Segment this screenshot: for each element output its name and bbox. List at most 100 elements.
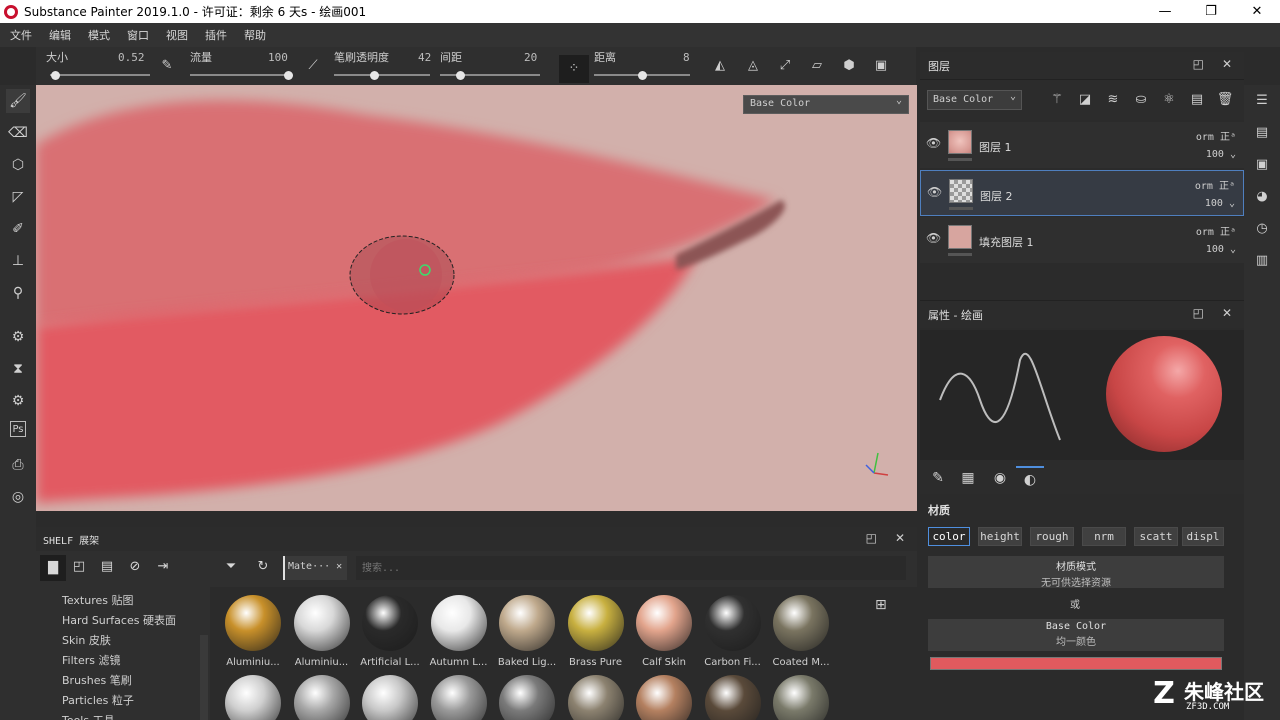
cube-view-icon[interactable]: ⬢	[840, 57, 858, 75]
minimize-button[interactable]: —	[1142, 0, 1188, 23]
layers-channel-select[interactable]: Base Color	[927, 90, 1022, 110]
tree-item-filters[interactable]: Filters 滤镜	[62, 652, 120, 668]
database-icon[interactable]: ▤	[98, 559, 116, 577]
distance-slider-handle[interactable]	[638, 71, 647, 80]
add-effect-icon[interactable]: ⚚	[1048, 92, 1066, 110]
shelf-float-icon[interactable]: ◰	[866, 531, 877, 545]
channel-toggle-scatt[interactable]: scatt	[1134, 527, 1178, 546]
shelf-asset[interactable]: Autumn L...	[425, 587, 493, 668]
shelf-asset[interactable]: Aluminiu...	[288, 587, 356, 668]
settings-cog-icon[interactable]: ⚙	[6, 389, 30, 413]
planar-projection-icon[interactable]: ▱	[808, 57, 826, 75]
history-icon[interactable]: ◷	[1253, 221, 1271, 239]
display-settings-icon[interactable]: ▣	[1253, 157, 1271, 175]
projection-icon[interactable]: ⤢	[776, 57, 794, 75]
flow-value[interactable]: 100	[268, 51, 288, 64]
opacity-slider[interactable]	[334, 74, 430, 76]
menu-mode[interactable]: 模式	[88, 27, 110, 43]
tree-item-tools[interactable]: Tools 工具	[62, 712, 115, 720]
material-mode-box[interactable]: 材质模式 无可供选择资源	[928, 556, 1224, 589]
layer-blend-mode[interactable]: orm 正ᵃ	[1195, 177, 1235, 192]
spacing-slider-handle[interactable]	[456, 71, 465, 80]
layer-row[interactable]: 👁 填充图层 1 orm 正ᵃ 100 ⌄	[920, 217, 1244, 263]
tree-item-skin[interactable]: Skin 皮肤	[62, 632, 111, 648]
smudge-icon[interactable]: ✐	[6, 217, 30, 241]
opacity-pen-icon[interactable]: ⟋	[304, 57, 322, 75]
properties-close-icon[interactable]: ✕	[1222, 306, 1232, 320]
camera-icon[interactable]: ▣	[872, 57, 890, 75]
shelf-asset[interactable]	[288, 667, 356, 720]
shelf-asset[interactable]: Coated M...	[767, 587, 835, 668]
tree-item-hard-surfaces[interactable]: Hard Surfaces 硬表面	[62, 612, 176, 628]
photoshop-export-icon[interactable]: Ps	[10, 421, 26, 437]
filter-funnel-icon[interactable]: ⏷	[222, 559, 240, 577]
symmetry-icon[interactable]: ◭	[711, 57, 729, 75]
add-folder-icon[interactable]: ▤	[1188, 92, 1206, 110]
shelf-asset[interactable]: Calf Skin	[630, 587, 698, 668]
material-tab-icon[interactable]: ◐	[1016, 466, 1044, 490]
texture-set-icon[interactable]: ▤	[1253, 125, 1271, 143]
hourglass-icon[interactable]: ⧗	[6, 357, 30, 381]
menu-edit[interactable]: 编辑	[49, 27, 71, 43]
flow-slider-handle[interactable]	[284, 71, 293, 80]
hide-icon[interactable]: ⊘	[126, 559, 144, 577]
refresh-icon[interactable]: ↻	[254, 559, 272, 577]
layer-blend-mode[interactable]: orm 正ᵃ	[1196, 128, 1236, 143]
shelf-asset[interactable]	[630, 667, 698, 720]
alpha-tab-icon[interactable]: ▦	[954, 466, 982, 490]
tree-item-textures[interactable]: Textures 贴图	[62, 592, 134, 608]
clone-stamp-icon[interactable]: ⊥	[6, 249, 30, 273]
restore-button[interactable]: ❐	[1188, 0, 1234, 23]
shelf-asset[interactable]	[493, 667, 561, 720]
flow-pen-icon[interactable]: ✎	[158, 57, 176, 75]
shelf-asset[interactable]	[767, 667, 835, 720]
spacing-slider[interactable]	[440, 74, 540, 76]
menu-plugins[interactable]: 插件	[205, 27, 227, 43]
paint-canvas[interactable]	[36, 85, 917, 511]
menu-file[interactable]: 文件	[10, 27, 32, 43]
shelf-asset[interactable]: Aluminiu...	[219, 587, 287, 668]
menu-window[interactable]: 窗口	[127, 27, 149, 43]
plugin-icon[interactable]: ◎	[6, 485, 30, 509]
tree-scrollbar[interactable]	[200, 635, 208, 720]
base-color-box[interactable]: Base Color 均一颜色	[928, 619, 1224, 651]
opacity-value[interactable]: 42	[418, 51, 431, 64]
add-layer-icon[interactable]: ≋	[1104, 92, 1122, 110]
new-shelf-icon[interactable]: ◰	[70, 559, 88, 577]
channel-toggle-rough[interactable]: rough	[1030, 527, 1074, 546]
shelf-close-icon[interactable]: ✕	[895, 531, 905, 545]
shelf-search-input[interactable]	[356, 556, 906, 580]
tree-item-particles[interactable]: Particles 粒子	[62, 692, 134, 708]
lazy-mouse-icon[interactable]: ⁘	[559, 55, 589, 83]
render-icon[interactable]: ⎙	[6, 453, 30, 477]
shelf-asset[interactable]: Carbon Fi...	[699, 587, 767, 668]
folder-icon[interactable]: ▇	[40, 555, 66, 581]
visibility-eye-icon[interactable]: 👁	[926, 231, 942, 245]
stencil-tab-icon[interactable]: ◉	[986, 466, 1014, 490]
shelf-asset[interactable]	[699, 667, 767, 720]
shelf-asset[interactable]	[219, 667, 287, 720]
material-filter-tag[interactable]: Mate··· ✕	[283, 556, 347, 580]
projection-tool-icon[interactable]: ⬡	[6, 153, 30, 177]
log-icon[interactable]: ▥	[1253, 253, 1271, 271]
delete-layer-icon[interactable]: 🗑	[1216, 92, 1234, 110]
paint-brush-icon[interactable]: 🖌	[6, 89, 30, 113]
shelf-asset[interactable]: Baked Lig...	[493, 587, 561, 668]
distance-value[interactable]: 8	[683, 51, 690, 64]
size-slider[interactable]	[50, 74, 150, 76]
size-value[interactable]: 0.52	[118, 51, 145, 64]
geometry-mask-icon[interactable]: ◸	[6, 185, 30, 209]
add-mask-icon[interactable]: ◪	[1076, 92, 1094, 110]
layer-row[interactable]: 👁 图层 1 orm 正ᵃ 100 ⌄	[920, 122, 1244, 168]
channel-toggle-color[interactable]: color	[928, 527, 970, 546]
viewport-channel-select[interactable]: Base Color	[743, 95, 909, 114]
shelf-asset[interactable]: Brass Pure	[562, 587, 630, 668]
layer-row-selected[interactable]: 👁 图层 2 orm 正ᵃ 100 ⌄	[920, 170, 1244, 216]
brush-tab-icon[interactable]: ✎	[924, 466, 952, 490]
opacity-slider-handle[interactable]	[370, 71, 380, 80]
menu-help[interactable]: 帮助	[244, 27, 266, 43]
visibility-eye-icon[interactable]: 👁	[927, 185, 943, 199]
flow-slider[interactable]	[190, 74, 288, 76]
bake-icon[interactable]: ⚙	[6, 325, 30, 349]
shader-icon[interactable]: ◕	[1253, 189, 1271, 207]
